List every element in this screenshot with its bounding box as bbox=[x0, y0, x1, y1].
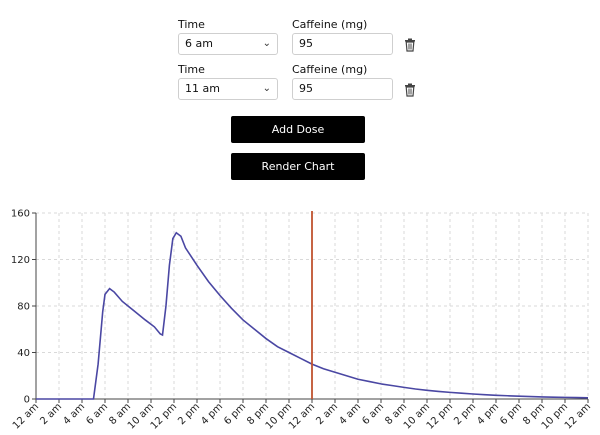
x-tick-label: 6 am bbox=[84, 401, 110, 427]
caffeine-input[interactable]: 95 bbox=[292, 33, 393, 55]
x-tick-label: 12 pm bbox=[149, 401, 179, 431]
x-tick-label: 2 pm bbox=[452, 401, 478, 427]
chevron-down-icon: ⌄ bbox=[262, 38, 271, 49]
x-tick-label: 2 pm bbox=[176, 401, 202, 427]
caffeine-input-value: 95 bbox=[299, 37, 313, 50]
x-tick-label: 4 am bbox=[61, 401, 87, 427]
dose-row: Time Caffeine (mg) 6 am ⌄ 95 bbox=[178, 18, 428, 66]
x-tick-label: 6 pm bbox=[222, 401, 248, 427]
x-tick-label: 4 am bbox=[337, 401, 363, 427]
caffeine-input[interactable]: 95 bbox=[292, 78, 393, 100]
y-tick-label: 160 bbox=[11, 209, 30, 220]
x-tick-label: 12 am bbox=[287, 401, 317, 431]
render-chart-button[interactable]: Render Chart bbox=[231, 153, 365, 180]
trash-icon[interactable] bbox=[404, 38, 416, 52]
trash-icon[interactable] bbox=[404, 83, 416, 97]
y-tick-label: 40 bbox=[17, 348, 30, 359]
caffeine-label: Caffeine (mg) bbox=[292, 63, 368, 76]
y-tick-label: 120 bbox=[11, 255, 30, 266]
x-tick-label: 4 pm bbox=[475, 401, 501, 427]
time-select[interactable]: 6 am ⌄ bbox=[178, 33, 278, 55]
time-select[interactable]: 11 am ⌄ bbox=[178, 78, 278, 100]
x-tick-label: 12 am bbox=[11, 401, 41, 431]
caffeine-label: Caffeine (mg) bbox=[292, 18, 368, 31]
x-tick-label: 2 am bbox=[314, 401, 340, 427]
chevron-down-icon: ⌄ bbox=[262, 83, 271, 94]
time-label: Time bbox=[178, 18, 205, 31]
time-label: Time bbox=[178, 63, 205, 76]
x-tick-label: 4 pm bbox=[199, 401, 225, 427]
x-tick-label: 12 am bbox=[563, 401, 593, 431]
x-tick-label: 6 pm bbox=[498, 401, 524, 427]
y-tick-label: 0 bbox=[24, 395, 30, 406]
time-select-value: 11 am bbox=[185, 82, 220, 95]
time-select-value: 6 am bbox=[185, 37, 213, 50]
add-dose-button[interactable]: Add Dose bbox=[231, 116, 365, 143]
x-tick-label: 2 am bbox=[38, 401, 64, 427]
x-tick-label: 12 pm bbox=[425, 401, 455, 431]
caffeine-chart: 0408012016012 am2 am4 am6 am8 am10 am12 … bbox=[11, 209, 593, 432]
x-tick-label: 6 am bbox=[360, 401, 386, 427]
y-tick-label: 80 bbox=[17, 302, 30, 313]
caffeine-input-value: 95 bbox=[299, 82, 313, 95]
dose-row: Time Caffeine (mg) 11 am ⌄ 95 bbox=[178, 63, 428, 111]
